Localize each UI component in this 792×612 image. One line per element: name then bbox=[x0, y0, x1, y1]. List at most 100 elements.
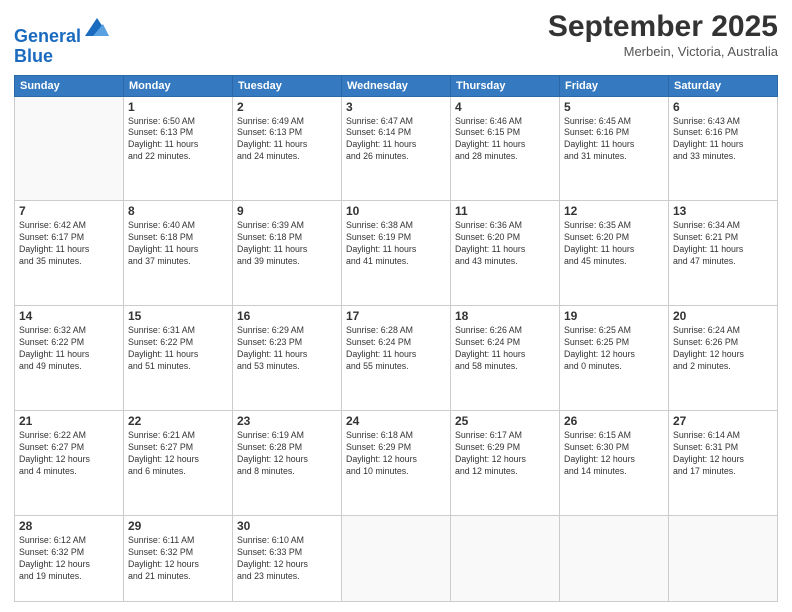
logo-blue: Blue bbox=[14, 47, 111, 67]
day-number: 3 bbox=[346, 100, 446, 114]
logo: General Blue bbox=[14, 14, 111, 67]
calendar-cell: 18 Sunrise: 6:26 AM Sunset: 6:24 PM Dayli… bbox=[451, 306, 560, 411]
weekday-header-row: SundayMondayTuesdayWednesdayThursdayFrid… bbox=[15, 75, 778, 96]
day-number: 17 bbox=[346, 309, 446, 323]
day-info: Sunrise: 6:45 AM Sunset: 6:16 PM Dayligh… bbox=[564, 116, 664, 164]
day-number: 12 bbox=[564, 204, 664, 218]
day-number: 27 bbox=[673, 414, 773, 428]
calendar-cell: 19 Sunrise: 6:25 AM Sunset: 6:25 PM Dayli… bbox=[560, 306, 669, 411]
calendar-cell: 6 Sunrise: 6:43 AM Sunset: 6:16 PM Daylig… bbox=[669, 96, 778, 201]
day-info: Sunrise: 6:49 AM Sunset: 6:13 PM Dayligh… bbox=[237, 116, 337, 164]
weekday-header-sunday: Sunday bbox=[15, 75, 124, 96]
weekday-header-thursday: Thursday bbox=[451, 75, 560, 96]
day-info: Sunrise: 6:36 AM Sunset: 6:20 PM Dayligh… bbox=[455, 220, 555, 268]
day-number: 5 bbox=[564, 100, 664, 114]
day-number: 19 bbox=[564, 309, 664, 323]
day-info: Sunrise: 6:22 AM Sunset: 6:27 PM Dayligh… bbox=[19, 430, 119, 478]
page-container: General Blue September 2025 Merbein, Vic… bbox=[0, 0, 792, 612]
day-info: Sunrise: 6:21 AM Sunset: 6:27 PM Dayligh… bbox=[128, 430, 228, 478]
day-info: Sunrise: 6:28 AM Sunset: 6:24 PM Dayligh… bbox=[346, 325, 446, 373]
weekday-header-wednesday: Wednesday bbox=[342, 75, 451, 96]
calendar-cell: 30Sunrise: 6:10 AM Sunset: 6:33 PM Dayli… bbox=[233, 516, 342, 602]
day-info: Sunrise: 6:40 AM Sunset: 6:18 PM Dayligh… bbox=[128, 220, 228, 268]
calendar-cell: 21 Sunrise: 6:22 AM Sunset: 6:27 PM Dayli… bbox=[15, 411, 124, 516]
day-number: 10 bbox=[346, 204, 446, 218]
day-info: Sunrise: 6:43 AM Sunset: 6:16 PM Dayligh… bbox=[673, 116, 773, 164]
day-info: Sunrise: 6:14 AM Sunset: 6:31 PM Dayligh… bbox=[673, 430, 773, 478]
day-info: Sunrise: 6:32 AM Sunset: 6:22 PM Dayligh… bbox=[19, 325, 119, 373]
logo-general: General bbox=[14, 26, 81, 46]
day-number: 2 bbox=[237, 100, 337, 114]
calendar-cell: 5 Sunrise: 6:45 AM Sunset: 6:16 PM Daylig… bbox=[560, 96, 669, 201]
calendar-cell: 1Sunrise: 6:50 AM Sunset: 6:13 PM Daylig… bbox=[124, 96, 233, 201]
weekday-header-tuesday: Tuesday bbox=[233, 75, 342, 96]
day-number: 18 bbox=[455, 309, 555, 323]
day-info: Sunrise: 6:29 AM Sunset: 6:23 PM Dayligh… bbox=[237, 325, 337, 373]
title-block: September 2025 Merbein, Victoria, Austra… bbox=[548, 10, 778, 59]
day-info: Sunrise: 6:26 AM Sunset: 6:24 PM Dayligh… bbox=[455, 325, 555, 373]
day-number: 14 bbox=[19, 309, 119, 323]
day-number: 29 bbox=[128, 519, 228, 533]
logo-text: General bbox=[14, 14, 111, 47]
day-info: Sunrise: 6:15 AM Sunset: 6:30 PM Dayligh… bbox=[564, 430, 664, 478]
logo-icon bbox=[83, 14, 111, 42]
day-number: 26 bbox=[564, 414, 664, 428]
calendar-cell: 22 Sunrise: 6:21 AM Sunset: 6:27 PM Dayli… bbox=[124, 411, 233, 516]
day-number: 25 bbox=[455, 414, 555, 428]
calendar-cell bbox=[15, 96, 124, 201]
day-number: 15 bbox=[128, 309, 228, 323]
calendar-cell: 26 Sunrise: 6:15 AM Sunset: 6:30 PM Dayli… bbox=[560, 411, 669, 516]
calendar-cell bbox=[560, 516, 669, 602]
day-info: Sunrise: 6:31 AM Sunset: 6:22 PM Dayligh… bbox=[128, 325, 228, 373]
day-info: Sunrise: 6:34 AM Sunset: 6:21 PM Dayligh… bbox=[673, 220, 773, 268]
calendar-cell: 23Sunrise: 6:19 AM Sunset: 6:28 PM Dayli… bbox=[233, 411, 342, 516]
week-row-3: 14 Sunrise: 6:32 AM Sunset: 6:22 PM Dayli… bbox=[15, 306, 778, 411]
calendar-cell: 15 Sunrise: 6:31 AM Sunset: 6:22 PM Dayli… bbox=[124, 306, 233, 411]
day-number: 6 bbox=[673, 100, 773, 114]
day-info: Sunrise: 6:18 AM Sunset: 6:29 PM Dayligh… bbox=[346, 430, 446, 478]
calendar-cell: 9Sunrise: 6:39 AM Sunset: 6:18 PM Daylig… bbox=[233, 201, 342, 306]
week-row-4: 21 Sunrise: 6:22 AM Sunset: 6:27 PM Dayli… bbox=[15, 411, 778, 516]
calendar-cell: 8 Sunrise: 6:40 AM Sunset: 6:18 PM Daylig… bbox=[124, 201, 233, 306]
weekday-header-monday: Monday bbox=[124, 75, 233, 96]
week-row-1: 1Sunrise: 6:50 AM Sunset: 6:13 PM Daylig… bbox=[15, 96, 778, 201]
location: Merbein, Victoria, Australia bbox=[548, 44, 778, 59]
day-number: 28 bbox=[19, 519, 119, 533]
calendar-cell: 4 Sunrise: 6:46 AM Sunset: 6:15 PM Daylig… bbox=[451, 96, 560, 201]
day-info: Sunrise: 6:11 AM Sunset: 6:32 PM Dayligh… bbox=[128, 535, 228, 583]
day-number: 22 bbox=[128, 414, 228, 428]
calendar-cell: 12Sunrise: 6:35 AM Sunset: 6:20 PM Dayli… bbox=[560, 201, 669, 306]
weekday-header-saturday: Saturday bbox=[669, 75, 778, 96]
day-number: 21 bbox=[19, 414, 119, 428]
calendar-cell: 24Sunrise: 6:18 AM Sunset: 6:29 PM Dayli… bbox=[342, 411, 451, 516]
calendar-cell: 27 Sunrise: 6:14 AM Sunset: 6:31 PM Dayli… bbox=[669, 411, 778, 516]
day-number: 20 bbox=[673, 309, 773, 323]
calendar-table: SundayMondayTuesdayWednesdayThursdayFrid… bbox=[14, 75, 778, 602]
day-info: Sunrise: 6:38 AM Sunset: 6:19 PM Dayligh… bbox=[346, 220, 446, 268]
calendar-cell bbox=[451, 516, 560, 602]
calendar-cell: 2 Sunrise: 6:49 AM Sunset: 6:13 PM Daylig… bbox=[233, 96, 342, 201]
day-info: Sunrise: 6:17 AM Sunset: 6:29 PM Dayligh… bbox=[455, 430, 555, 478]
day-number: 8 bbox=[128, 204, 228, 218]
day-info: Sunrise: 6:47 AM Sunset: 6:14 PM Dayligh… bbox=[346, 116, 446, 164]
calendar-cell: 7Sunrise: 6:42 AM Sunset: 6:17 PM Daylig… bbox=[15, 201, 124, 306]
calendar-cell: 13 Sunrise: 6:34 AM Sunset: 6:21 PM Dayli… bbox=[669, 201, 778, 306]
calendar-cell: 3 Sunrise: 6:47 AM Sunset: 6:14 PM Daylig… bbox=[342, 96, 451, 201]
day-info: Sunrise: 6:24 AM Sunset: 6:26 PM Dayligh… bbox=[673, 325, 773, 373]
week-row-5: 28Sunrise: 6:12 AM Sunset: 6:32 PM Dayli… bbox=[15, 516, 778, 602]
calendar-cell bbox=[669, 516, 778, 602]
day-info: Sunrise: 6:25 AM Sunset: 6:25 PM Dayligh… bbox=[564, 325, 664, 373]
day-info: Sunrise: 6:46 AM Sunset: 6:15 PM Dayligh… bbox=[455, 116, 555, 164]
calendar-cell: 14 Sunrise: 6:32 AM Sunset: 6:22 PM Dayli… bbox=[15, 306, 124, 411]
header: General Blue September 2025 Merbein, Vic… bbox=[14, 10, 778, 67]
day-info: Sunrise: 6:39 AM Sunset: 6:18 PM Dayligh… bbox=[237, 220, 337, 268]
day-number: 13 bbox=[673, 204, 773, 218]
day-number: 16 bbox=[237, 309, 337, 323]
day-info: Sunrise: 6:10 AM Sunset: 6:33 PM Dayligh… bbox=[237, 535, 337, 583]
calendar-cell: 29 Sunrise: 6:11 AM Sunset: 6:32 PM Dayli… bbox=[124, 516, 233, 602]
day-number: 23 bbox=[237, 414, 337, 428]
day-info: Sunrise: 6:42 AM Sunset: 6:17 PM Dayligh… bbox=[19, 220, 119, 268]
day-number: 4 bbox=[455, 100, 555, 114]
day-number: 1 bbox=[128, 100, 228, 114]
calendar-cell: 11Sunrise: 6:36 AM Sunset: 6:20 PM Dayli… bbox=[451, 201, 560, 306]
